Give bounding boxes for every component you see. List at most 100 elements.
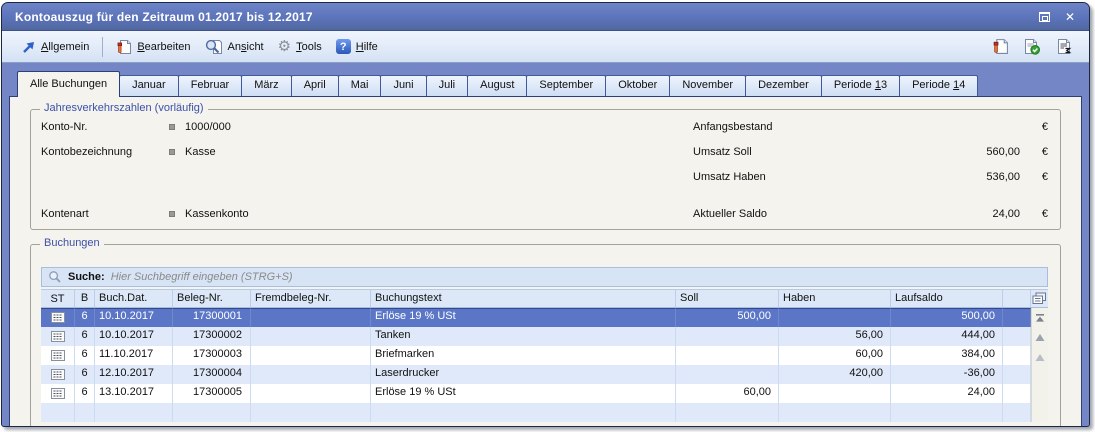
booking-entry-icon — [41, 308, 75, 327]
tab-april[interactable]: April — [291, 75, 339, 96]
table-row[interactable]: 6 10.10.2017 17300001 Erlöse 19 % USt 50… — [41, 308, 1031, 327]
tab-dezember[interactable]: Dezember — [745, 75, 822, 96]
restore-icon — [1039, 12, 1050, 22]
tab-oktober[interactable]: Oktober — [605, 75, 670, 96]
window-frame: Alle Buchungen Januar Februar März April… — [2, 63, 1089, 427]
tab-februar[interactable]: Februar — [178, 75, 243, 96]
app-window: Kontoauszug für den Zeitraum 01.2017 bis… — [1, 2, 1090, 427]
titlebar: Kontoauszug für den Zeitraum 01.2017 bis… — [2, 3, 1089, 31]
tab-periode-14[interactable]: Periode 14 — [899, 75, 978, 96]
window-title: Kontoauszug für den Zeitraum 01.2017 bis… — [15, 10, 313, 24]
column-header-haben[interactable]: Haben — [779, 290, 891, 307]
field-label-kontobezeichnung: Kontobezeichnung — [41, 146, 169, 158]
scroll-up-button[interactable] — [1034, 352, 1046, 363]
table-row[interactable]: 6 13.10.2017 17300005 Erlöse 19 % USt 60… — [41, 384, 1031, 403]
table-row[interactable]: 6 10.10.2017 17300002 Tanken 56,00 444,0… — [41, 327, 1031, 346]
field-label-anfangsbestand: Anfangsbestand — [693, 121, 930, 133]
scroll-up-icon — [1034, 353, 1046, 362]
column-header-buchdat[interactable]: Buch.Dat. — [95, 290, 173, 307]
scroll-up-button[interactable] — [1034, 332, 1046, 343]
field-value-aktueller-saldo: 24,00 — [930, 208, 1020, 220]
column-header-blank — [1003, 290, 1031, 307]
menu-allgemein[interactable]: Allgemein — [14, 37, 96, 57]
booking-entry-icon — [41, 327, 75, 346]
scroll-to-top-icon — [1034, 313, 1046, 323]
table-row[interactable]: 6 12.10.2017 17300004 Laserdrucker 420,0… — [41, 365, 1031, 384]
export-document-button[interactable] — [1055, 38, 1073, 55]
booking-entry-icon — [41, 365, 75, 384]
column-chooser-icon — [1032, 292, 1047, 305]
currency-symbol: € — [1020, 146, 1048, 158]
column-header-belegnr[interactable]: Beleg-Nr. — [173, 290, 251, 307]
menu-tools[interactable]: ⚙ Tools — [271, 36, 329, 57]
booking-entry-icon — [41, 384, 75, 403]
search-icon — [48, 270, 62, 284]
menu-bearbeiten[interactable]: Bearbeiten — [109, 36, 197, 58]
tab-maerz[interactable]: März — [241, 75, 291, 96]
edit-document-icon — [992, 38, 1009, 55]
column-header-st[interactable]: ST — [41, 290, 75, 307]
menu-ansicht[interactable]: Ansicht — [198, 36, 271, 58]
field-label-aktueller-saldo: Aktueller Saldo — [693, 208, 930, 220]
field-value-konto-nr: 1000/000 — [185, 121, 231, 133]
bookings-table: ST B Buch.Dat. Beleg-Nr. Fremdbeleg-Nr. … — [41, 289, 1048, 422]
table-header-row: ST B Buch.Dat. Beleg-Nr. Fremdbeleg-Nr. … — [41, 289, 1048, 308]
menu-hilfe[interactable]: ? Hilfe — [329, 36, 385, 57]
bullet-icon — [169, 211, 175, 217]
edit-document-button[interactable] — [992, 38, 1009, 55]
field-label-umsatz-soll: Umsatz Soll — [693, 146, 930, 158]
tab-mai[interactable]: Mai — [338, 75, 382, 96]
column-header-fremdbelegnr[interactable]: Fremdbeleg-Nr. — [251, 290, 371, 307]
column-chooser-button[interactable] — [1031, 290, 1048, 307]
edit-document-icon — [116, 39, 132, 55]
bullet-icon — [169, 124, 175, 130]
toolbar: Allgemein Bearbeiten Ansicht ⚙ Tools ? H… — [2, 31, 1089, 63]
groupbox-label: Buchungen — [40, 237, 104, 249]
confirm-document-button[interactable] — [1023, 38, 1041, 55]
tab-august[interactable]: August — [467, 75, 527, 96]
scroll-to-top-button[interactable] — [1034, 312, 1046, 323]
close-button[interactable]: ✕ — [1061, 9, 1079, 25]
field-label-konto-nr: Konto-Nr. — [41, 121, 169, 133]
export-document-icon — [1055, 38, 1073, 55]
table-row[interactable]: 6 11.10.2017 17300003 Briefmarken 60,00 … — [41, 346, 1031, 365]
table-body: 6 10.10.2017 17300001 Erlöse 19 % USt 50… — [41, 308, 1031, 422]
column-header-buchungstext[interactable]: Buchungstext — [371, 290, 676, 307]
close-icon: ✕ — [1065, 11, 1075, 23]
tab-september[interactable]: September — [526, 75, 606, 96]
groupbox-label: Jahresverkehrszahlen (vorläufig) — [40, 102, 208, 114]
help-icon: ? — [336, 39, 351, 54]
column-header-b[interactable]: B — [75, 290, 95, 307]
field-value-anfangsbestand — [930, 121, 1020, 133]
toolbar-separator — [102, 37, 103, 57]
magnifier-document-icon — [205, 39, 223, 55]
tab-periode-13[interactable]: Periode 13 — [821, 75, 900, 96]
search-input[interactable]: Suche: Hier Suchbegriff eingeben (STRG+S… — [41, 267, 1048, 287]
gears-icon: ⚙ — [278, 39, 291, 54]
tab-alle-buchungen[interactable]: Alle Buchungen — [17, 71, 120, 97]
field-label-kontenart: Kontenart — [41, 208, 169, 220]
tab-juli[interactable]: Juli — [426, 75, 469, 96]
tab-januar[interactable]: Januar — [119, 75, 179, 96]
field-value-umsatz-soll: 560,00 — [930, 146, 1020, 158]
search-placeholder: Hier Suchbegriff eingeben (STRG+S) — [111, 271, 293, 283]
bullet-icon — [169, 149, 175, 155]
tab-page-alle-buchungen: Jahresverkehrszahlen (vorläufig) Konto-N… — [9, 96, 1082, 427]
field-value-kontenart: Kassenkonto — [185, 208, 249, 220]
table-scroll-gutter — [1031, 308, 1048, 422]
groupbox-jahresverkehrszahlen: Jahresverkehrszahlen (vorläufig) Konto-N… — [30, 109, 1061, 230]
column-header-laufsaldo[interactable]: Laufsaldo — [891, 290, 1003, 307]
field-label-umsatz-haben: Umsatz Haben — [693, 171, 930, 183]
column-header-soll[interactable]: Soll — [676, 290, 779, 307]
scroll-up-icon — [1034, 333, 1046, 342]
tab-november[interactable]: November — [669, 75, 746, 96]
currency-symbol: € — [1020, 121, 1048, 133]
restore-button[interactable] — [1035, 9, 1053, 25]
field-value-kontobezeichnung: Kasse — [185, 146, 216, 158]
groupbox-buchungen: Buchungen Suche: Hier Suchbegriff eingeb… — [30, 244, 1061, 427]
table-row-empty — [41, 403, 1031, 422]
search-label: Suche: — [68, 271, 105, 283]
toolbar-right-actions — [992, 38, 1079, 55]
tab-juni[interactable]: Juni — [380, 75, 426, 96]
field-value-umsatz-haben: 536,00 — [930, 171, 1020, 183]
